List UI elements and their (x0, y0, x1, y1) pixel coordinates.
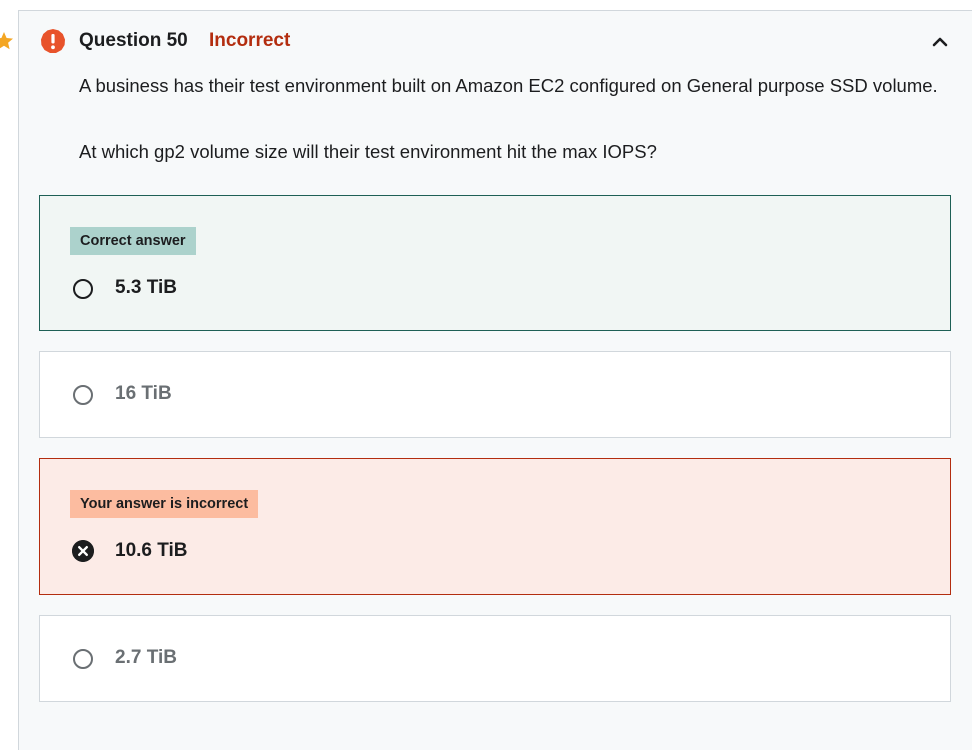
radio-icon[interactable] (73, 279, 93, 299)
chevron-up-icon[interactable] (928, 30, 952, 54)
answer-option[interactable]: 2.7 TiB (39, 615, 951, 702)
question-status: Incorrect (209, 30, 291, 51)
radio-icon[interactable] (73, 649, 93, 669)
x-circle-icon[interactable] (72, 540, 94, 562)
incorrect-answer-badge: Your answer is incorrect (70, 490, 259, 518)
correct-answer-badge: Correct answer (70, 227, 196, 255)
option-label: 16 TiB (115, 383, 172, 404)
question-prompt: At which gp2 volume size will their test… (79, 141, 657, 162)
answer-option-correct[interactable]: Correct answer 5.3 TiB (39, 195, 951, 331)
radio-icon[interactable] (73, 385, 93, 405)
option-label: 5.3 TiB (115, 277, 177, 298)
question-text: A business has their test environment bu… (79, 75, 938, 96)
alert-icon (41, 29, 65, 53)
star-icon (0, 32, 13, 50)
answer-option-incorrect[interactable]: Your answer is incorrect 10.6 TiB (39, 458, 951, 595)
question-title: Question 50 (79, 30, 188, 51)
option-label: 10.6 TiB (115, 540, 188, 561)
option-label: 2.7 TiB (115, 647, 177, 668)
answer-option[interactable]: 16 TiB (39, 351, 951, 438)
